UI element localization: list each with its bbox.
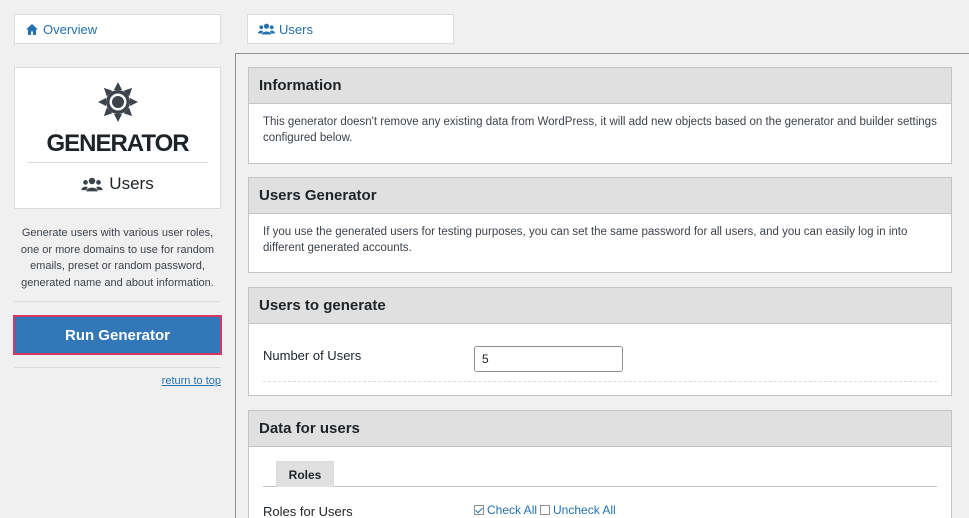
tab-users-label: Users (279, 21, 313, 37)
number-of-users-row: Number of Users (249, 324, 951, 382)
data-for-users-title: Data for users (249, 411, 951, 447)
users-icon (258, 23, 275, 35)
row-divider (263, 381, 937, 382)
information-title: Information (249, 68, 951, 104)
uncheck-all-button[interactable]: Uncheck All (540, 503, 616, 517)
return-to-top-link[interactable]: return to top (162, 375, 221, 387)
run-generator-button[interactable]: Run Generator (13, 315, 222, 355)
sidebar-divider-top (14, 301, 221, 302)
check-all-label: Check All (487, 503, 538, 517)
uncheck-all-label: Uncheck All (553, 503, 616, 517)
users-to-generate-panel: Users to generate Number of Users (248, 287, 952, 396)
check-all-button[interactable]: Check All (474, 503, 537, 517)
information-body: This generator doesn't remove any existi… (263, 116, 937, 144)
users-icon (81, 177, 103, 192)
card-divider (27, 162, 208, 163)
sidebar-divider-bottom (14, 367, 221, 368)
header-divider (235, 53, 969, 54)
users-generator-title: Users Generator (249, 178, 951, 214)
information-panel: Information This generator doesn't remov… (248, 67, 952, 164)
users-to-generate-title: Users to generate (249, 288, 951, 324)
roles-for-users-label: Roles for Users (263, 504, 353, 518)
section-heading: Users (15, 174, 220, 194)
section-heading-label: Users (109, 174, 154, 193)
generator-title: GENERATOR (46, 130, 189, 157)
checkbox-empty-icon (540, 505, 550, 515)
sidebar-divider (235, 53, 236, 518)
users-generator-panel: Users Generator If you use the generated… (248, 177, 952, 273)
gear-icon (96, 80, 140, 124)
checkbox-checked-icon (474, 505, 484, 515)
users-generator-body: If you use the generated users for testi… (263, 226, 908, 254)
generator-card: GENERATOR Users (14, 67, 221, 209)
data-for-users-panel: Data for users Roles Roles for Users Che… (248, 410, 952, 518)
number-of-users-label: Number of Users (263, 348, 362, 363)
number-of-users-input[interactable] (474, 346, 623, 372)
tab-overview-label: Overview (43, 21, 98, 37)
home-icon (25, 23, 39, 36)
tab-users[interactable]: Users (247, 14, 454, 44)
data-tabs: Roles (263, 461, 937, 487)
tab-roles[interactable]: Roles (276, 461, 334, 487)
generator-description: Generate users with various user roles, … (20, 227, 215, 289)
tab-overview[interactable]: Overview (14, 14, 221, 44)
